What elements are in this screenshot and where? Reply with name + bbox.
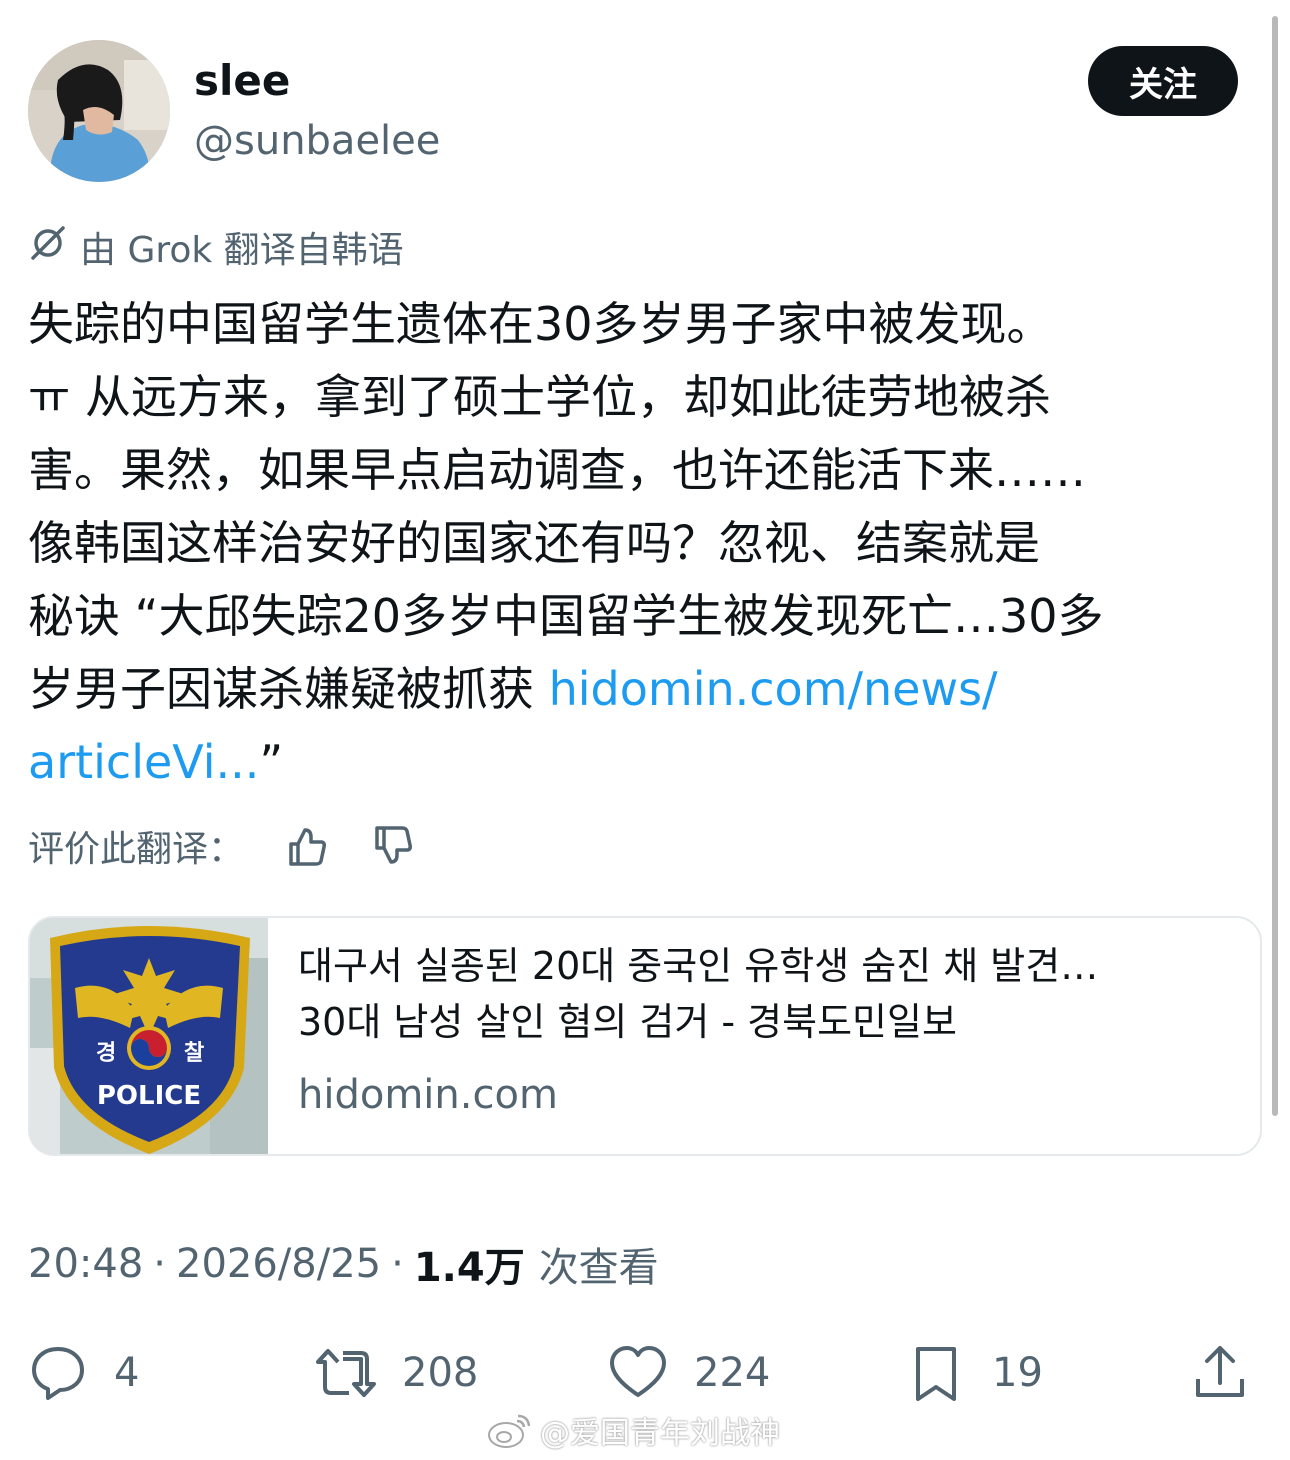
tweet-text: 失踪的中国留学生遗体在30多岁男子家中被发现。 ㅠ 从远方来，拿到了硕士学位，却… bbox=[28, 288, 1264, 799]
reply-icon bbox=[32, 1347, 84, 1400]
link-card[interactable]: 경 찰 POLICE 대구서 실종된 20대 중국인 유학생 숨진 채 발견… … bbox=[28, 916, 1262, 1156]
tweet-line-link-end: articleVi...” bbox=[28, 726, 1264, 799]
display-name[interactable]: slee bbox=[194, 56, 290, 105]
thumb-label-right: 찰 bbox=[184, 1041, 204, 1066]
translation-note-text: 由 Grok 翻译自韩语 bbox=[80, 230, 404, 271]
follow-button[interactable]: 关注 bbox=[1088, 46, 1238, 116]
user-handle[interactable]: @sunbaelee bbox=[194, 118, 440, 164]
thumbs-up-icon[interactable] bbox=[284, 823, 330, 869]
scrollbar[interactable] bbox=[1272, 16, 1278, 1116]
retweet-button[interactable]: 208 bbox=[316, 1338, 478, 1408]
heart-icon bbox=[610, 1346, 666, 1397]
share-icon bbox=[1196, 1346, 1244, 1397]
weibo-icon bbox=[488, 1414, 531, 1448]
views-label: 次查看 bbox=[538, 1245, 659, 1291]
avatar-image bbox=[28, 40, 170, 182]
tweet-line: 秘诀 “大邱失踪20多岁中国留学生被发现死亡…30多 bbox=[28, 589, 1104, 643]
tweet-header: slee @sunbaelee 关注 bbox=[28, 40, 1240, 182]
meta-separator: · bbox=[391, 1241, 404, 1287]
retweet-count: 208 bbox=[402, 1350, 479, 1396]
bookmark-button[interactable]: 19 bbox=[906, 1338, 1043, 1408]
like-button[interactable]: 224 bbox=[608, 1338, 770, 1408]
tweet-line: 像韩国这样治安好的国家还有吗？忽视、结案就是 bbox=[28, 516, 1040, 570]
reply-count: 4 bbox=[114, 1350, 140, 1396]
weibo-watermark: @爱国青年刘战神 bbox=[486, 1408, 780, 1452]
translation-note: 由 Grok 翻译自韩语 bbox=[28, 222, 404, 272]
thumbs-down-icon[interactable] bbox=[370, 823, 416, 869]
link-card-title-line: 대구서 실종된 20대 중국인 유학생 숨진 채 발견… bbox=[298, 944, 1099, 988]
police-logo-thumbnail: 경 찰 POLICE bbox=[30, 918, 268, 1154]
thumb-label-police: POLICE bbox=[97, 1081, 201, 1111]
article-link-continued[interactable]: articleVi... bbox=[28, 735, 259, 789]
views-count[interactable]: 1.4万 bbox=[414, 1235, 525, 1293]
link-card-domain: hidomin.com bbox=[298, 1072, 558, 1118]
reply-button[interactable]: 4 bbox=[28, 1338, 139, 1408]
meta-separator: · bbox=[153, 1241, 166, 1287]
like-count: 224 bbox=[694, 1350, 771, 1396]
link-card-title: 대구서 실종된 20대 중국인 유학생 숨진 채 발견… 30대 남성 살인 혐… bbox=[298, 938, 1238, 1050]
tweet-time[interactable]: 20:48 bbox=[28, 1241, 143, 1287]
tweet-meta: 20:48 · 2026/8/25 · 1.4万 次查看 bbox=[28, 1234, 659, 1294]
tweet-line-with-link: 岁男子因谋杀嫌疑被抓获 hidomin.com/news/ bbox=[28, 653, 1264, 726]
tweet-line: 失踪的中国留学生遗体在30多岁男子家中被发现。 bbox=[28, 297, 1053, 351]
closing-quote: ” bbox=[259, 735, 284, 789]
tweet-line: 害。果然，如果早点启动调查，也许还能活下来…… bbox=[28, 443, 1086, 497]
bookmark-count: 19 bbox=[992, 1350, 1043, 1396]
avatar[interactable] bbox=[28, 40, 170, 182]
article-link[interactable]: hidomin.com/news/ bbox=[549, 662, 998, 716]
action-bar: 4 208 224 19 bbox=[28, 1338, 1262, 1408]
link-card-body: 대구서 실종된 20대 중국인 유학생 숨진 채 발견… 30대 남성 살인 혐… bbox=[268, 918, 1260, 1154]
retweet-icon bbox=[316, 1349, 376, 1397]
link-card-title-line: 30대 남성 살인 혐의 검거 - 경북도민일보 bbox=[298, 1000, 957, 1044]
tweet-date[interactable]: 2026/8/25 bbox=[176, 1241, 381, 1287]
thumb-label-left: 경 bbox=[96, 1041, 116, 1066]
bookmark-icon bbox=[916, 1347, 956, 1401]
share-button[interactable] bbox=[1190, 1338, 1276, 1408]
rate-translation: 评价此翻译： bbox=[28, 818, 456, 874]
tweet-line: 岁男子因谋杀嫌疑被抓获 bbox=[28, 662, 549, 716]
tweet-line: ㅠ 从远方来，拿到了硕士学位，却如此徒劳地被杀 bbox=[28, 370, 1051, 424]
rate-translation-label: 评价此翻译： bbox=[28, 829, 245, 870]
grok-icon bbox=[28, 223, 68, 272]
watermark-text: @爱国青年刘战神 bbox=[540, 1416, 780, 1451]
